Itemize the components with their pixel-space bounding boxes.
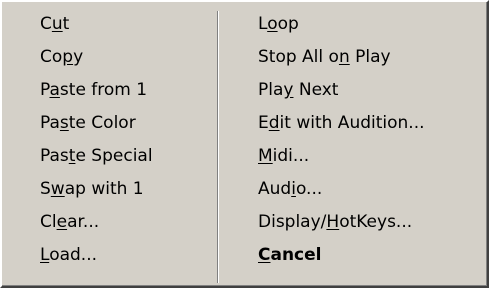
menu-item-play-next[interactable]: Play Next — [222, 74, 487, 107]
menu-column-right: Loop Stop All on Play Play Next Edit wit… — [222, 8, 487, 272]
menu-item-display-hotkeys[interactable]: Display/HotKeys... — [222, 206, 487, 239]
menu-item-copy[interactable]: Copy — [2, 41, 218, 74]
menu-item-paste-special[interactable]: Paste Special — [2, 140, 218, 173]
menu-item-cut[interactable]: Cut — [2, 8, 218, 41]
column-separator — [217, 11, 219, 283]
context-menu: Cut Copy Paste from 1 Paste Color Paste … — [0, 0, 489, 288]
menu-item-edit-with-audition[interactable]: Edit with Audition... — [222, 107, 487, 140]
menu-item-swap-with-1[interactable]: Swap with 1 — [2, 173, 218, 206]
menu-item-clear[interactable]: Clear... — [2, 206, 218, 239]
menu-item-cancel[interactable]: Cancel — [222, 239, 487, 272]
menu-item-stop-all-on-play[interactable]: Stop All on Play — [222, 41, 487, 74]
menu-column-left: Cut Copy Paste from 1 Paste Color Paste … — [2, 8, 218, 272]
menu-item-paste-from-1[interactable]: Paste from 1 — [2, 74, 218, 107]
menu-item-paste-color[interactable]: Paste Color — [2, 107, 218, 140]
menu-item-midi[interactable]: Midi... — [222, 140, 487, 173]
menu-item-loop[interactable]: Loop — [222, 8, 487, 41]
menu-item-load[interactable]: Load... — [2, 239, 218, 272]
menu-item-audio[interactable]: Audio... — [222, 173, 487, 206]
